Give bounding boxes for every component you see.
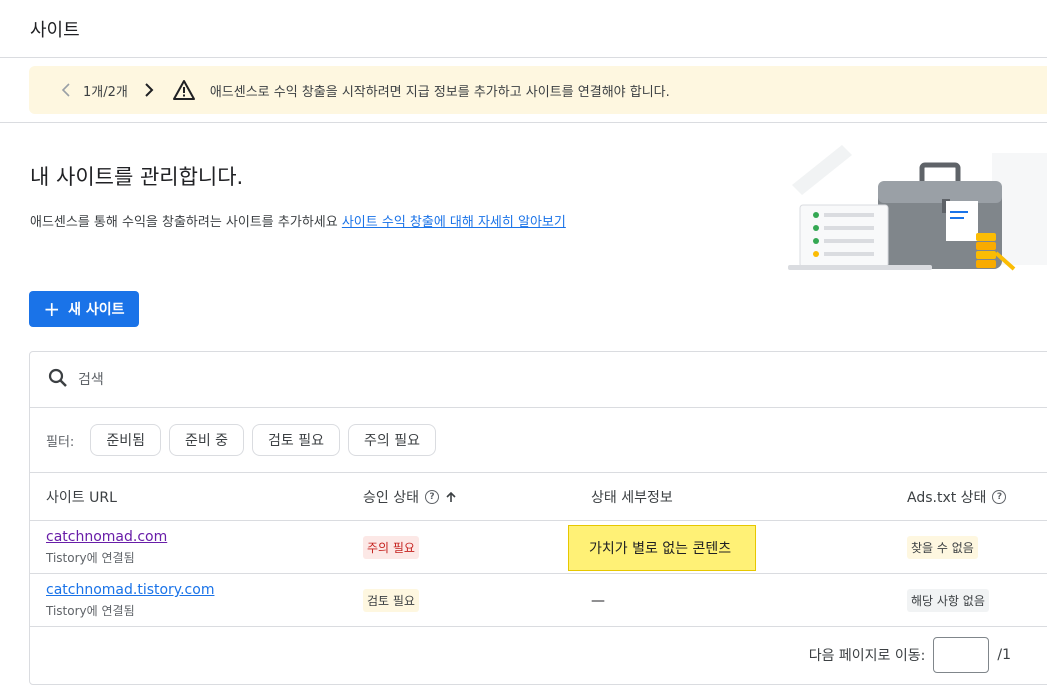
banner-pager: 1개/2개	[83, 84, 128, 100]
notification-banner: 1개/2개 애드센스로 수익 창출을 시작하려면 지급 정보를 추가하고 사이트…	[29, 66, 1047, 114]
column-header-site-url[interactable]: 사이트 URL	[46, 473, 117, 521]
help-icon[interactable]: ?	[992, 490, 1007, 504]
status-badge: 주의 필요	[363, 536, 419, 559]
column-header-details-label: 상태 세부정보	[591, 490, 673, 506]
status-details-text: —	[591, 592, 605, 609]
hero-section: 내 사이트를 관리합니다. 애드센스를 통해 수익을 창출하려는 사이트를 추가…	[0, 123, 1047, 291]
prev-chevron-icon[interactable]	[57, 81, 75, 99]
page-number-input[interactable]	[933, 637, 990, 673]
approval-cell: 검토 필요	[363, 574, 419, 627]
page-total: /1	[997, 647, 1011, 663]
site-platform-text: Tistory에 연결됨	[46, 604, 135, 618]
filter-chip-review-needed[interactable]: 검토 필요	[252, 424, 341, 456]
next-chevron-icon[interactable]	[140, 81, 158, 99]
column-header-ads-txt-label: Ads.txt 상태	[907, 490, 987, 506]
page-jump: 다음 페이지로 이동: /1	[809, 637, 1011, 673]
filter-chip-attention-needed[interactable]: 주의 필요	[348, 424, 437, 456]
approval-cell: 주의 필요	[363, 521, 419, 574]
table-header: 사이트 URL 승인 상태 ? 상태 세부정보 Ads.txt 상태 ?	[30, 473, 1047, 521]
table-row: catchnomad.tistory.com Tistory에 연결됨 검토 필…	[30, 574, 1047, 627]
column-header-approval-label: 승인 상태	[363, 490, 419, 506]
column-header-ads-txt[interactable]: Ads.txt 상태 ?	[907, 473, 1007, 521]
help-icon[interactable]: ?	[424, 490, 439, 504]
filter-chip-ready[interactable]: 준비됨	[90, 424, 161, 456]
search-input[interactable]	[78, 371, 478, 388]
page-header: 사이트	[0, 0, 1047, 58]
banner-container: 1개/2개 애드센스로 수익 창출을 시작하려면 지급 정보를 추가하고 사이트…	[0, 58, 1047, 123]
page-title: 사이트	[30, 19, 80, 41]
site-url-link[interactable]: catchnomad.tistory.com	[46, 582, 214, 598]
site-url-cell: catchnomad.com Tistory에 연결됨	[46, 521, 167, 574]
banner-message: 애드센스로 수익 창출을 시작하려면 지급 정보를 추가하고 사이트를 연결해야…	[209, 84, 670, 100]
table-footer: 다음 페이지로 이동: /1	[30, 627, 1047, 685]
filter-label: 필터:	[46, 434, 75, 450]
status-badge: 검토 필요	[363, 589, 419, 612]
page-jump-label: 다음 페이지로 이동:	[808, 648, 926, 664]
status-badge: 해당 사항 없음	[907, 589, 989, 612]
search-icon	[48, 368, 68, 392]
status-badge: 찾을 수 없음	[907, 536, 978, 559]
sort-arrow-up-icon[interactable]	[445, 491, 457, 503]
hero-description-text: 애드센스를 통해 수익을 창출하려는 사이트를 추가하세요	[30, 215, 338, 230]
search-bar	[30, 352, 1047, 408]
table-row: catchnomad.com Tistory에 연결됨 주의 필요 가치가 별로…	[30, 521, 1047, 574]
site-url-cell: catchnomad.tistory.com Tistory에 연결됨	[46, 574, 214, 627]
column-header-details[interactable]: 상태 세부정보	[591, 473, 673, 521]
ads-txt-cell: 해당 사항 없음	[907, 574, 989, 627]
new-site-button[interactable]: + 새 사이트	[29, 291, 139, 327]
site-platform-text: Tistory에 연결됨	[46, 551, 135, 565]
sites-card: 필터: 준비됨 준비 중 검토 필요 주의 필요 사이트 URL 승인 상태 ?…	[29, 351, 1047, 685]
column-header-site-url-label: 사이트 URL	[46, 490, 117, 506]
hero-illustration	[782, 145, 1047, 273]
status-details-highlight: 가치가 별로 없는 콘텐츠	[568, 525, 756, 571]
warning-icon	[172, 79, 196, 101]
filter-chip-preparing[interactable]: 준비 중	[168, 424, 245, 456]
learn-more-link[interactable]: 사이트 수익 창출에 대해 자세히 알아보기	[342, 215, 566, 230]
column-header-approval[interactable]: 승인 상태 ?	[363, 473, 457, 521]
new-site-label: 새 사이트	[68, 302, 125, 318]
site-url-link[interactable]: catchnomad.com	[46, 529, 167, 545]
details-cell: —	[591, 574, 605, 627]
filter-bar: 필터: 준비됨 준비 중 검토 필요 주의 필요	[30, 408, 1047, 473]
plus-icon: +	[43, 297, 61, 321]
ads-txt-cell: 찾을 수 없음	[907, 521, 978, 574]
